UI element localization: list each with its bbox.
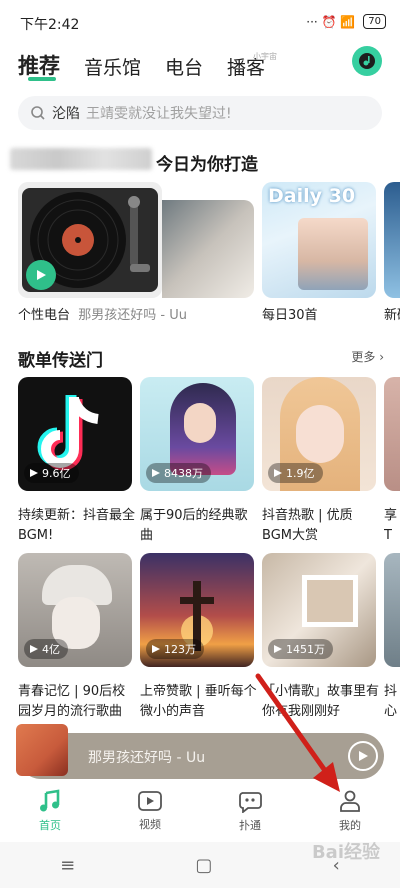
playlist-title: 享T [384, 508, 398, 543]
playlist-cover-partial-2[interactable] [384, 553, 400, 667]
tab-recommend[interactable]: 推荐 [18, 50, 60, 80]
play-count: 4亿 [42, 643, 60, 656]
cover-face [296, 405, 344, 463]
more-button[interactable]: 更多 › [351, 348, 384, 365]
playlist-cover-partial-1[interactable] [384, 377, 400, 491]
nav-video-label: 视频 [139, 818, 161, 831]
playlist-title: 持续更新：抖音最全BGM! [18, 508, 136, 543]
play-count: 123万 [164, 643, 196, 656]
play-count: 8438万 [164, 467, 203, 480]
status-bar: 下午2:42 ··· ⏰ 📶 70 [0, 0, 400, 44]
cover-photo [298, 218, 368, 290]
personal-radio-card[interactable] [18, 182, 162, 298]
new-album-card[interactable] [384, 182, 400, 298]
tab-music-hall[interactable]: 音乐馆 [84, 53, 141, 80]
battery-icon: 70 [363, 14, 386, 29]
daily-30-card[interactable]: Daily 30 [262, 182, 376, 298]
music-note-icon [40, 789, 60, 812]
play-count: 9.6亿 [42, 467, 71, 480]
playlist-title: 抖心 [384, 684, 398, 719]
play-count-badge: 1.9亿 [268, 463, 323, 483]
nav-video[interactable]: 视频 [100, 782, 200, 840]
play-count: 1.9亿 [286, 467, 315, 480]
play-icon [152, 645, 160, 653]
play-count-badge: 9.6亿 [24, 463, 79, 483]
new-album-label: 新碟 [384, 308, 400, 323]
music-note-icon[interactable] [352, 46, 382, 76]
playlist-title: 上帝赞歌 | 垂听每个微小的声音 [140, 684, 257, 719]
bottom-nav: 首页 视频 扑通 我的 [0, 782, 400, 840]
today-title: 今日为你打造 [156, 155, 258, 175]
playlist-title: 属于90后的经典歌曲 [140, 508, 248, 543]
playlist-cover-youth[interactable]: 4亿 [18, 553, 132, 667]
search-keyword: 沦陷 [52, 106, 80, 122]
nav-putong[interactable]: 扑通 [200, 782, 300, 840]
play-count: 1451万 [286, 643, 325, 656]
playlist-cover-hot[interactable]: 1.9亿 [262, 377, 376, 491]
play-count-badge: 8438万 [146, 463, 211, 483]
play-icon [30, 469, 38, 477]
play-icon [30, 645, 38, 653]
tab-active-indicator [28, 77, 56, 81]
playlist-cover-tiktok[interactable]: 9.6亿 [18, 377, 132, 491]
top-tabs: 推荐 音乐馆 电台 播客 [18, 50, 265, 80]
status-time: 下午2:42 [20, 17, 80, 33]
play-count-badge: 4亿 [24, 639, 68, 659]
play-icon [274, 469, 282, 477]
nav-putong-label: 扑通 [239, 819, 261, 832]
home-icon[interactable]: ▢ [195, 855, 212, 876]
radio-card-side-image [162, 200, 254, 298]
status-icons: ··· ⏰ 📶 70 [306, 14, 386, 29]
more-label: 更多 [351, 350, 376, 364]
nav-mine[interactable]: 我的 [300, 782, 400, 840]
playlist-cover-90s[interactable]: 8438万 [140, 377, 254, 491]
personal-radio-song: 那男孩还好吗 - Uu [78, 308, 187, 323]
tab-radio[interactable]: 电台 [165, 53, 203, 80]
nav-mine-label: 我的 [339, 819, 361, 832]
daily-30-cover-text: Daily 30 [268, 185, 356, 207]
personal-radio-label: 个性电台 那男孩还好吗 - Uu [18, 304, 187, 323]
daily-30-label: 每日30首 [262, 308, 318, 323]
chat-bubble-icon [239, 792, 262, 813]
user-icon [340, 790, 360, 812]
video-icon [138, 791, 162, 811]
watermark-logo: Bai经验 [311, 842, 380, 863]
play-icon[interactable] [26, 260, 56, 290]
play-icon [152, 469, 160, 477]
playlist-title: 「小情歌」故事里有你有我刚刚好 [262, 684, 380, 719]
search-bar[interactable]: 沦陷 王靖雯就没让我失望过! [18, 96, 382, 130]
tab-podcast-sub: 小宇宙 [253, 52, 277, 61]
nav-home-label: 首页 [39, 819, 61, 832]
play-button[interactable] [348, 741, 378, 771]
search-hint: 王靖雯就没让我失望过! [86, 106, 232, 122]
blurred-username [10, 148, 152, 170]
mini-player-cover[interactable] [16, 724, 68, 776]
playlist-section-title: 歌单传送门 [18, 351, 103, 371]
play-count-badge: 1451万 [268, 639, 333, 659]
nav-home[interactable]: 首页 [0, 782, 100, 840]
play-count-badge: 123万 [146, 639, 204, 659]
cover-face [184, 403, 216, 443]
playlist-cover-love-song[interactable]: 1451万 [262, 553, 376, 667]
status-indicators: ··· ⏰ 📶 [306, 14, 356, 29]
play-icon [274, 645, 282, 653]
cover-photo-frame [302, 575, 358, 627]
playlist-cover-hymn[interactable]: 123万 [140, 553, 254, 667]
personal-radio-title: 个性电台 [18, 308, 71, 323]
playlist-title: 抖音热歌 | 优质BGM大赏 [262, 508, 353, 543]
search-icon [31, 106, 45, 120]
menu-icon[interactable]: ≡ [60, 855, 75, 876]
play-icon [359, 751, 368, 761]
mini-player-title: 那男孩还好吗 - Uu [88, 750, 206, 766]
playlist-title: 青春记忆 | 90后校园岁月的流行歌曲 [18, 684, 126, 719]
